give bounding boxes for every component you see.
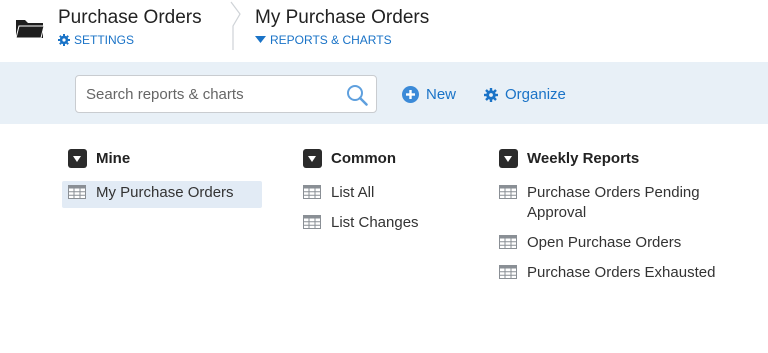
toolbar: Search reports & charts New Organize xyxy=(0,62,768,124)
caret-down-icon xyxy=(255,36,266,43)
table-icon xyxy=(303,215,321,229)
plus-circle-icon xyxy=(402,86,419,103)
report-item-label: Purchase Orders Pending Approval xyxy=(527,184,700,221)
organize-button[interactable]: Organize xyxy=(484,86,566,103)
report-item-label: My Purchase Orders xyxy=(96,184,234,201)
report-item-open-purchase-orders[interactable]: Open Purchase Orders xyxy=(499,231,739,255)
search-icon[interactable] xyxy=(346,84,368,106)
chevron-down-icon xyxy=(303,148,322,168)
table-icon xyxy=(303,185,321,199)
group-title: Weekly Reports xyxy=(527,149,640,167)
settings-label: SETTINGS xyxy=(74,33,135,47)
breadcrumb-page: My Purchase Orders REPORTS & CHARTS xyxy=(255,6,429,47)
report-item-label: Purchase Orders Exhausted xyxy=(527,264,716,281)
table-icon xyxy=(68,185,86,199)
search-input[interactable]: Search reports & charts xyxy=(75,75,377,113)
report-item-my-purchase-orders[interactable]: My Purchase Orders xyxy=(62,181,262,208)
organize-label: Organize xyxy=(505,86,566,103)
reports-charts-label: REPORTS & CHARTS xyxy=(270,33,392,47)
table-icon xyxy=(499,235,517,249)
section-title[interactable]: Purchase Orders xyxy=(58,6,202,30)
group-weekly-reports: Weekly Reports Purchase Orders Pending A… xyxy=(499,148,739,291)
report-item-list-all[interactable]: List All xyxy=(303,181,419,205)
report-item-label: List Changes xyxy=(331,214,419,231)
new-button[interactable]: New xyxy=(402,86,456,103)
new-label: New xyxy=(426,86,457,103)
group-header-weekly-reports[interactable]: Weekly Reports xyxy=(499,148,739,168)
group-title: Common xyxy=(331,149,396,167)
group-header-common[interactable]: Common xyxy=(303,148,419,168)
reports-charts-menu[interactable]: REPORTS & CHARTS xyxy=(255,33,429,47)
page-title: My Purchase Orders xyxy=(255,7,430,28)
breadcrumb-separator xyxy=(230,1,241,50)
report-item-purchase-orders-exhausted[interactable]: Purchase Orders Exhausted xyxy=(499,261,739,285)
gear-icon xyxy=(484,87,498,102)
report-item-label: List All xyxy=(331,184,375,201)
header: Purchase Orders SETTINGS My Purchase Ord… xyxy=(0,0,768,60)
folder-icon xyxy=(15,20,45,39)
table-icon xyxy=(499,185,517,199)
breadcrumb-section: Purchase Orders SETTINGS xyxy=(58,6,202,47)
table-icon xyxy=(499,265,517,279)
group-common: Common List All List Changes xyxy=(303,148,419,241)
group-title: Mine xyxy=(96,149,131,167)
chevron-down-icon xyxy=(499,148,518,168)
settings-link[interactable]: SETTINGS xyxy=(58,33,202,47)
report-item-label: Open Purchase Orders xyxy=(527,234,682,251)
search-placeholder: Search reports & charts xyxy=(86,86,244,103)
chevron-down-icon xyxy=(68,148,87,168)
report-item-list-changes[interactable]: List Changes xyxy=(303,211,419,235)
group-mine: Mine My Purchase Orders xyxy=(62,148,262,214)
gear-icon xyxy=(58,34,70,46)
report-item-purchase-orders-pending-approval[interactable]: Purchase Orders Pending Approval xyxy=(499,181,739,225)
group-header-mine[interactable]: Mine xyxy=(68,148,262,168)
